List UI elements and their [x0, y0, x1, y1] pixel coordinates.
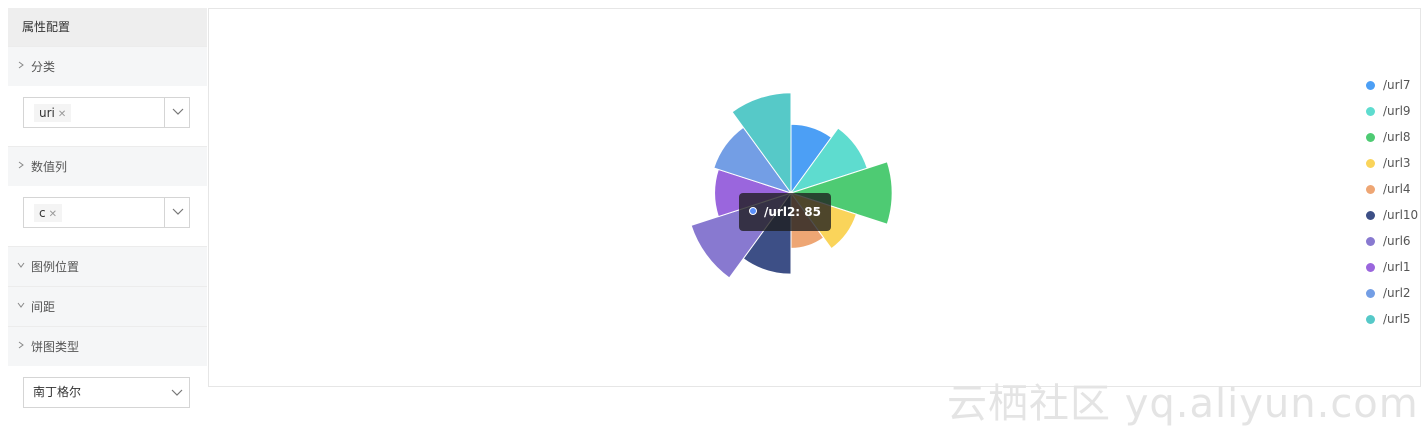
section-spacing[interactable]: 间距 [8, 286, 207, 326]
legend-label: /url5 [1383, 312, 1411, 326]
legend-marker [1366, 314, 1375, 324]
chart-tooltip: /url2: 85 [739, 193, 831, 231]
legend-marker [1366, 106, 1375, 116]
chevron-right-icon [16, 147, 26, 187]
chevron-right-icon [16, 47, 26, 87]
section-pie-type[interactable]: 饼图类型 [8, 326, 207, 366]
legend-item[interactable]: /url3 [1366, 150, 1418, 176]
legend-item[interactable]: /url2 [1366, 280, 1418, 306]
legend-label: /url2 [1383, 286, 1411, 300]
legend-label: /url8 [1383, 130, 1411, 144]
legend-label: /url4 [1383, 182, 1411, 196]
section-value-label: 数值列 [31, 160, 68, 174]
legend-item[interactable]: /url5 [1366, 306, 1418, 332]
chevron-down-icon [172, 208, 184, 215]
pie-type-field: 南丁格尔 [8, 366, 207, 426]
category-tag: uri ✕ [34, 104, 72, 122]
legend-item[interactable]: /url4 [1366, 176, 1418, 202]
chevron-down-icon [16, 247, 26, 287]
legend-marker [1366, 132, 1375, 142]
remove-tag-icon[interactable]: ✕ [49, 209, 57, 220]
legend-item[interactable]: /url8 [1366, 124, 1418, 150]
pie-type-select[interactable]: 南丁格尔 [23, 377, 190, 408]
value-field: c ✕ [8, 186, 207, 246]
section-legend-position[interactable]: 图例位置 [8, 246, 207, 286]
value-tag-label: c [39, 206, 46, 220]
legend-marker [1366, 210, 1375, 220]
panel-title: 属性配置 [8, 8, 207, 46]
legend-item[interactable]: /url1 [1366, 254, 1418, 280]
chevron-down-icon [171, 389, 183, 396]
section-category-label: 分类 [31, 60, 56, 74]
section-category[interactable]: 分类 [8, 46, 207, 86]
legend-item[interactable]: /url7 [1366, 72, 1418, 98]
legend-item[interactable]: /url9 [1366, 98, 1418, 124]
legend-item[interactable]: /url6 [1366, 228, 1418, 254]
section-pie-type-label: 饼图类型 [31, 340, 80, 354]
chevron-down-icon [172, 108, 184, 115]
legend-marker [1366, 184, 1375, 194]
legend-marker [1366, 262, 1375, 272]
legend-label: /url6 [1383, 234, 1411, 248]
legend-marker [1366, 80, 1375, 90]
watermark: 云栖社区 yq.aliyun.com [947, 381, 1419, 427]
value-tag: c ✕ [34, 204, 62, 222]
legend-label: /url3 [1383, 156, 1411, 170]
chart-card: /url2: 85 /url7/url9/url8/url3/url4/url1… [208, 8, 1421, 387]
section-spacing-label: 间距 [31, 300, 56, 314]
chevron-right-icon [16, 327, 26, 367]
tooltip-text: /url2: 85 [764, 205, 821, 219]
legend-label: /url10 [1383, 208, 1419, 222]
value-dropdown-toggle[interactable] [164, 198, 189, 227]
category-dropdown-toggle[interactable] [164, 98, 189, 127]
legend-label: /url7 [1383, 78, 1411, 92]
pie-type-value: 南丁格尔 [33, 385, 82, 399]
section-value[interactable]: 数值列 [8, 146, 207, 186]
section-legend-position-label: 图例位置 [31, 260, 80, 274]
legend-label: /url1 [1383, 260, 1411, 274]
category-field: uri ✕ [8, 86, 207, 146]
legend-marker [1366, 158, 1375, 168]
legend-item[interactable]: /url10 [1366, 202, 1418, 228]
legend-marker [1366, 236, 1375, 246]
chart-legend: /url7/url9/url8/url3/url4/url10/url6/url… [1366, 72, 1418, 332]
config-panel: 属性配置 分类 uri ✕ 数值列 c ✕ 图例位置 间距 饼图类型 南丁格尔 [8, 8, 207, 429]
value-select[interactable]: c ✕ [23, 197, 190, 228]
chevron-down-icon [16, 287, 26, 327]
legend-marker [1366, 288, 1375, 298]
legend-label: /url9 [1383, 104, 1411, 118]
category-select[interactable]: uri ✕ [23, 97, 190, 128]
remove-tag-icon[interactable]: ✕ [58, 109, 66, 120]
tooltip-marker [749, 207, 757, 215]
category-tag-label: uri [39, 106, 55, 120]
